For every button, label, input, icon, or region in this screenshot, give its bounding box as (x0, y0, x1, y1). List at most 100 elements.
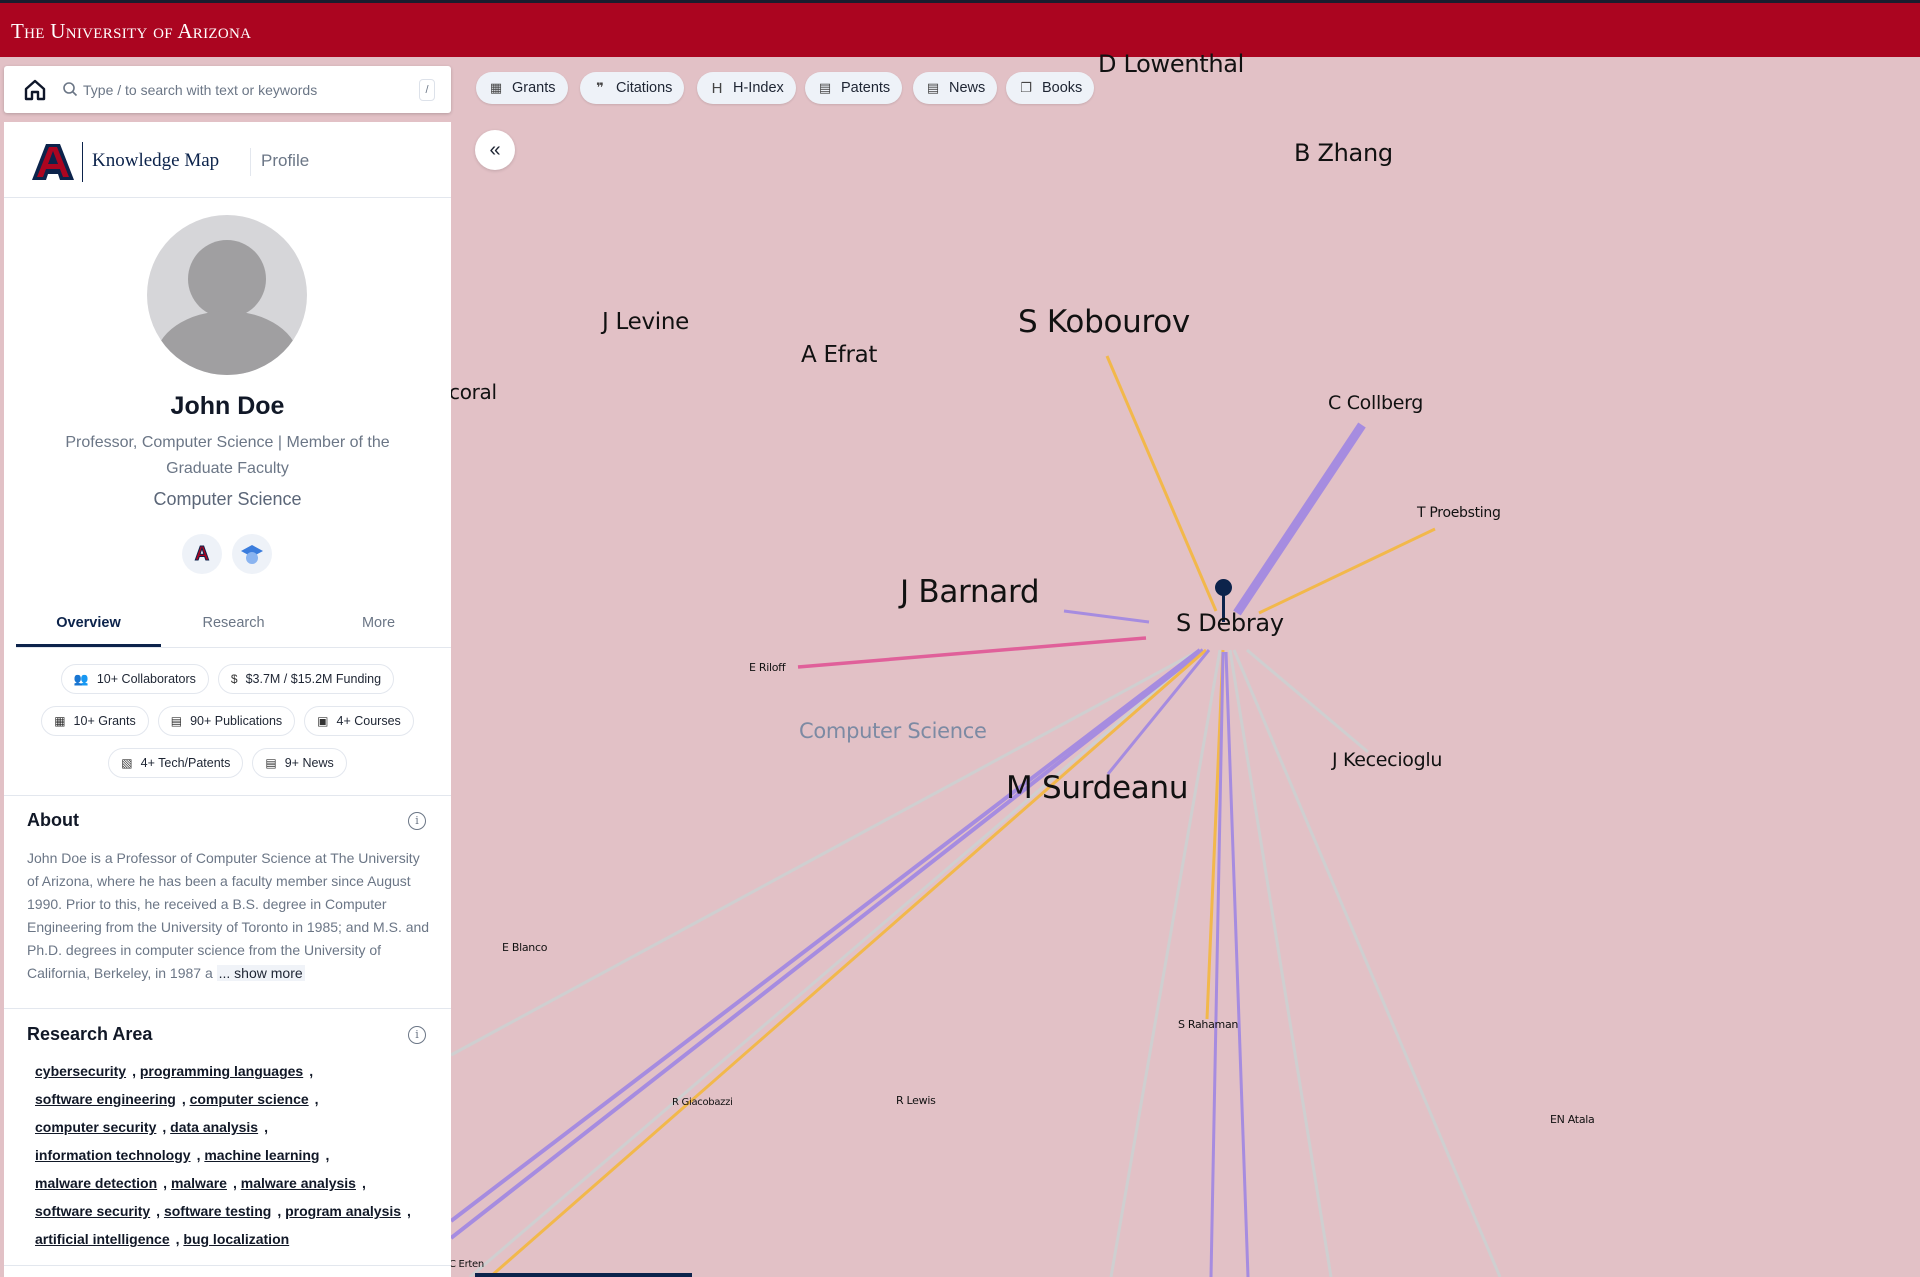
graduation-cap-icon[interactable] (232, 534, 272, 574)
node-label[interactable]: J Barnard (900, 574, 1040, 610)
tag-separator: , (156, 1203, 164, 1219)
knowledge-map-canvas[interactable] (451, 57, 1920, 1277)
chip-label: 4+ Courses (336, 714, 401, 728)
collapse-sidebar-button[interactable]: « (475, 130, 515, 170)
chip-label: $3.7M / $15.2M Funding (245, 672, 382, 686)
chip-label: 9+ News (284, 756, 334, 770)
node-label[interactable]: E Riloff (749, 661, 786, 674)
search-input[interactable] (83, 76, 403, 103)
university-header: The University of Arizona (0, 0, 1920, 57)
edge-gray (469, 648, 1204, 1277)
quote-icon: ❞ (596, 80, 604, 95)
edge-gray (1232, 649, 1502, 1277)
node-label[interactable]: J Levine (602, 309, 689, 335)
edge-orange (489, 648, 1207, 1277)
profile-title: Professor, Computer Science | Member of … (65, 434, 390, 477)
toolbar-citations-button[interactable]: ❞ Citations (580, 72, 685, 104)
research-tag-link[interactable]: bug localization (183, 1231, 289, 1247)
tag-separator: , (264, 1119, 268, 1135)
search-shortcut-key: / (419, 79, 435, 101)
publications-chip[interactable]: ▤ 90+ Publications (157, 706, 296, 736)
toolbar-h-index-button[interactable]: H H-Index (697, 72, 796, 104)
node-label[interactable]: J Kececioglu (1332, 749, 1442, 771)
research-tags: cybersecurity, programming languages, so… (35, 1057, 435, 1253)
double-chevron-left-icon: « (489, 138, 501, 161)
node-label[interactable]: S Kobourov (1018, 304, 1190, 340)
home-icon[interactable] (23, 78, 47, 102)
university-brand[interactable]: The University of Arizona (11, 19, 251, 44)
grants-icon: ▦ (54, 714, 66, 728)
patent-icon: ▤ (818, 80, 832, 95)
about-body: John Doe is a Professor of Computer Scie… (27, 850, 430, 981)
info-icon[interactable]: i (408, 1026, 426, 1044)
node-label[interactable]: C Collberg (1328, 392, 1423, 414)
tab-research[interactable]: Research (161, 602, 306, 647)
research-tag-link[interactable]: information technology (35, 1147, 191, 1163)
arizona-a-logo[interactable] (30, 142, 76, 182)
courses-icon: ▣ (317, 714, 329, 728)
node-label[interactable]: D Lowenthal (1098, 50, 1244, 78)
research-tag-link[interactable]: computer science (190, 1091, 309, 1107)
research-tag-link[interactable]: malware (171, 1175, 227, 1191)
research-tag-link[interactable]: programming languages (140, 1063, 303, 1079)
toolbar-patents-button[interactable]: ▤ Patents (805, 72, 903, 104)
arizona-a-icon[interactable]: A (182, 534, 222, 574)
divider (4, 1265, 451, 1266)
research-tag-link[interactable]: malware detection (35, 1175, 157, 1191)
toolbar-news-button[interactable]: ▤ News (913, 72, 998, 104)
edge-purple (1209, 651, 1225, 1277)
node-label[interactable]: T Proebsting (1417, 505, 1501, 521)
research-tag-link[interactable]: software testing (164, 1203, 271, 1219)
bottom-scroll-indicator[interactable] (475, 1273, 692, 1277)
node-label[interactable]: A Efrat (801, 342, 877, 368)
research-tag-link[interactable]: malware analysis (241, 1175, 356, 1191)
toolbar-grants-button[interactable]: ▦ Grants (476, 72, 568, 104)
node-label[interactable]: S Rahaman (1178, 1018, 1238, 1031)
logo-divider (250, 148, 251, 176)
tag-separator: , (163, 1175, 171, 1191)
show-more-link[interactable]: ... show more (216, 965, 305, 981)
research-tag-link[interactable]: artificial intelligence (35, 1231, 170, 1247)
tag-separator: , (162, 1119, 171, 1135)
patents-chip[interactable]: ▧ 4+ Tech/Patents (108, 748, 244, 778)
funding-chip[interactable]: $ $3.7M / $15.2M Funding (217, 664, 395, 694)
tab-more[interactable]: More (306, 602, 451, 647)
research-tag-link[interactable]: data analysis (170, 1119, 258, 1135)
node-label[interactable]: R Giacobazzi (672, 1097, 733, 1108)
divider (4, 795, 451, 796)
collaborators-chip[interactable]: 👥 10+ Collaborators (60, 664, 209, 694)
node-label[interactable]: M Surdeanu (1006, 770, 1188, 806)
tag-separator: , (309, 1063, 314, 1079)
grants-icon: ▦ (489, 80, 503, 95)
research-tag-link[interactable]: cybersecurity (35, 1063, 126, 1079)
tab-overview[interactable]: Overview (16, 602, 161, 647)
divider (4, 1008, 451, 1009)
profile-department[interactable]: Computer Science (4, 489, 451, 510)
research-area-heading: Research Area (27, 1024, 153, 1044)
edge-kobourov (1105, 355, 1218, 612)
node-label[interactable]: EN Atala (1550, 1113, 1595, 1126)
node-label[interactable]: C Erten (449, 1259, 484, 1270)
research-tag-link[interactable]: software engineering (35, 1091, 176, 1107)
research-tag-link[interactable]: program analysis (285, 1203, 401, 1219)
node-label[interactable]: E Blanco (502, 941, 547, 954)
books-icon: ❐ (1020, 80, 1032, 95)
research-tag-link[interactable]: computer security (35, 1119, 156, 1135)
toolbar-label: H-Index (733, 80, 784, 96)
research-tag-link[interactable]: machine learning (204, 1147, 319, 1163)
toolbar-label: Citations (616, 80, 673, 96)
center-node-pin-icon[interactable] (1215, 579, 1232, 596)
toolbar-books-button[interactable]: ❐ Books (1006, 72, 1095, 104)
logo-row: Knowledge Map Profile (4, 122, 451, 198)
courses-chip[interactable]: ▣ 4+ Courses (304, 706, 414, 736)
research-tag-link[interactable]: software security (35, 1203, 150, 1219)
edge-gray (451, 648, 1201, 1057)
news-chip[interactable]: ▤ 9+ News (252, 748, 347, 778)
node-label[interactable]: R Lewis (896, 1094, 936, 1107)
node-label[interactable]: B Zhang (1294, 139, 1393, 167)
grants-chip[interactable]: ▦ 10+ Grants (41, 706, 149, 736)
info-icon[interactable]: i (408, 812, 426, 830)
tag-separator: , (232, 1175, 241, 1191)
center-node-label[interactable]: S Debray (1176, 609, 1284, 637)
node-label[interactable]: coral (449, 380, 497, 404)
